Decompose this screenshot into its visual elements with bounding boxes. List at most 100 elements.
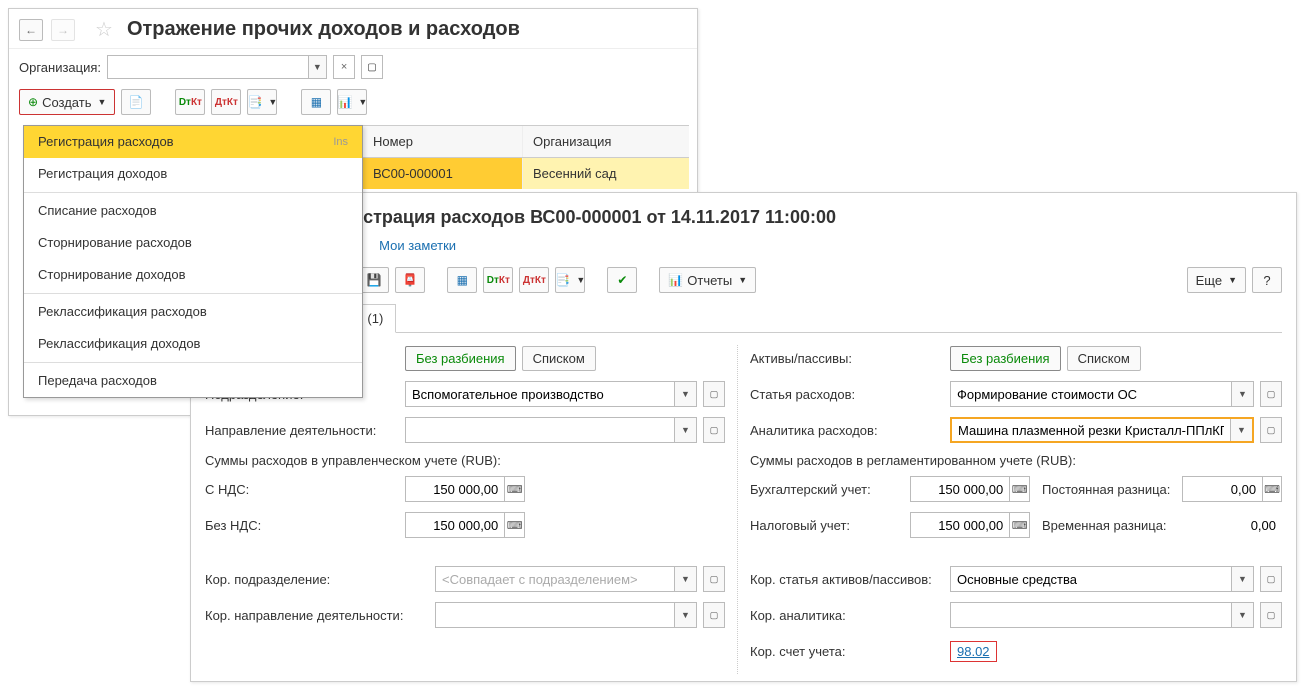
open-button[interactable]: ▢ bbox=[1260, 417, 1282, 443]
menu-item-reverse-inc[interactable]: Сторнирование доходов bbox=[24, 259, 362, 291]
calculator-icon[interactable]: ⌨ bbox=[504, 477, 524, 501]
accounting-input-box[interactable]: ⌨ bbox=[910, 476, 1030, 502]
chart-icon: 📊 bbox=[337, 95, 352, 109]
menu-item-writeoff[interactable]: Списание расходов bbox=[24, 195, 362, 227]
dtkt-green-button[interactable]: DтКт bbox=[483, 267, 513, 293]
cor-department-select[interactable]: ▼ bbox=[435, 566, 697, 592]
dropdown-button[interactable]: ▼ bbox=[674, 567, 696, 591]
department-input[interactable] bbox=[406, 382, 674, 406]
create-button[interactable]: ⊕ Создать ▼ bbox=[19, 89, 115, 115]
org-clear-button[interactable]: × bbox=[333, 55, 355, 79]
direction-select[interactable]: ▼ bbox=[405, 417, 697, 443]
direction-label: Направление деятельности: bbox=[205, 423, 405, 438]
approve-button[interactable]: ✔ bbox=[607, 267, 637, 293]
open-button[interactable]: ▢ bbox=[703, 417, 725, 443]
without-vat-input[interactable] bbox=[406, 513, 504, 537]
based-on-button[interactable]: 📑▼ bbox=[555, 267, 585, 293]
dropdown-button[interactable]: ▼ bbox=[674, 603, 696, 627]
menu-item-reg-expenses[interactable]: Регистрация расходов Ins bbox=[24, 126, 362, 158]
dtkt-red-button[interactable]: ДтКт bbox=[211, 89, 241, 115]
grid-row[interactable]: ВС00-000001 Весенний сад bbox=[363, 158, 689, 189]
menu-item-transfer-exp[interactable]: Передача расходов bbox=[24, 365, 362, 397]
cor-department-input[interactable] bbox=[436, 567, 674, 591]
open-button[interactable]: ▢ bbox=[1260, 381, 1282, 407]
perm-diff-input[interactable] bbox=[1183, 477, 1262, 501]
report-dropdown-button[interactable]: 📊▼ bbox=[337, 89, 367, 115]
tax-input-box[interactable]: ⌨ bbox=[910, 512, 1030, 538]
as-list-button[interactable]: Списком bbox=[522, 346, 596, 371]
post-button[interactable]: 📮 bbox=[395, 267, 425, 293]
org-select[interactable]: ▼ bbox=[107, 55, 327, 79]
dropdown-button[interactable]: ▼ bbox=[1231, 603, 1253, 627]
based-on-button[interactable]: 📑▼ bbox=[247, 89, 277, 115]
dropdown-button[interactable]: ▼ bbox=[674, 418, 696, 442]
open-button[interactable]: ▢ bbox=[703, 381, 725, 407]
perm-diff-input-box[interactable]: ⌨ bbox=[1182, 476, 1282, 502]
cor-asset-item-label: Кор. статья активов/пассивов: bbox=[750, 572, 950, 587]
cor-direction-input[interactable] bbox=[436, 603, 674, 627]
plus-icon: ⊕ bbox=[28, 95, 38, 109]
org-dropdown-button[interactable]: ▼ bbox=[308, 56, 326, 78]
col-org[interactable]: Организация bbox=[523, 126, 689, 157]
org-input[interactable] bbox=[108, 60, 308, 75]
more-button[interactable]: Еще▼ bbox=[1187, 267, 1246, 293]
open-button[interactable]: ▢ bbox=[703, 602, 725, 628]
open-button[interactable]: ▢ bbox=[1260, 566, 1282, 592]
subtabs: Основное Файлы Мои заметки bbox=[205, 236, 1282, 263]
direction-input[interactable] bbox=[406, 418, 674, 442]
without-vat-input-box[interactable]: ⌨ bbox=[405, 512, 525, 538]
tax-label: Налоговый учет: bbox=[750, 518, 910, 533]
cor-analytic-input[interactable] bbox=[951, 603, 1231, 627]
tax-input[interactable] bbox=[911, 513, 1009, 537]
dropdown-button[interactable]: ▼ bbox=[1231, 382, 1253, 406]
save-button[interactable]: 💾 bbox=[359, 267, 389, 293]
favorite-star-icon[interactable]: ☆ bbox=[95, 17, 113, 42]
expense-item-input[interactable] bbox=[951, 382, 1231, 406]
subtab-notes[interactable]: Мои заметки bbox=[379, 238, 456, 253]
expense-analytic-select[interactable]: ▼ bbox=[950, 417, 1254, 443]
open-button[interactable]: ▢ bbox=[1260, 602, 1282, 628]
calculator-icon[interactable]: ⌨ bbox=[1009, 513, 1029, 537]
expense-analytic-input[interactable] bbox=[952, 419, 1230, 441]
open-button[interactable]: ▢ bbox=[703, 566, 725, 592]
cor-asset-item-select[interactable]: ▼ bbox=[950, 566, 1254, 592]
check-icon: ✔ bbox=[617, 273, 627, 287]
menu-item-reclass-exp[interactable]: Реклассификация расходов bbox=[24, 296, 362, 328]
calculator-icon[interactable]: ⌨ bbox=[504, 513, 524, 537]
dtkt-red-button[interactable]: ДтКт bbox=[519, 267, 549, 293]
menu-item-reg-income[interactable]: Регистрация доходов bbox=[24, 158, 362, 190]
calculator-icon[interactable]: ⌨ bbox=[1262, 477, 1281, 501]
cor-direction-select[interactable]: ▼ bbox=[435, 602, 697, 628]
dtkt-red-icon: ДтКт bbox=[215, 97, 238, 108]
nav-forward-button[interactable]: → bbox=[51, 19, 75, 41]
cor-asset-item-input[interactable] bbox=[951, 567, 1231, 591]
menu-item-reverse-exp[interactable]: Сторнирование расходов bbox=[24, 227, 362, 259]
with-vat-input[interactable] bbox=[406, 477, 504, 501]
dropdown-button[interactable]: ▼ bbox=[674, 382, 696, 406]
dropdown-button[interactable]: ▼ bbox=[1230, 419, 1252, 441]
dtkt-green-button[interactable]: DтКт bbox=[175, 89, 205, 115]
cor-analytic-select[interactable]: ▼ bbox=[950, 602, 1254, 628]
department-select[interactable]: ▼ bbox=[405, 381, 697, 407]
copy-button[interactable]: 📄 bbox=[121, 89, 151, 115]
calculator-icon[interactable]: ⌨ bbox=[1009, 477, 1029, 501]
col-number[interactable]: Номер bbox=[363, 126, 523, 157]
help-button[interactable]: ? bbox=[1252, 267, 1282, 293]
menu-item-reclass-inc[interactable]: Реклассификация доходов bbox=[24, 328, 362, 360]
temp-diff-display bbox=[1182, 512, 1282, 538]
expense-item-select[interactable]: ▼ bbox=[950, 381, 1254, 407]
reports-button[interactable]: 📊Отчеты▼ bbox=[659, 267, 756, 293]
structure-button[interactable]: ▦ bbox=[447, 267, 477, 293]
accounting-input[interactable] bbox=[911, 477, 1009, 501]
dropdown-button[interactable]: ▼ bbox=[1231, 567, 1253, 591]
no-split-button[interactable]: Без разбиения bbox=[950, 346, 1061, 371]
perm-diff-label: Постоянная разница: bbox=[1042, 482, 1182, 497]
create-based-on-icon: 📑 bbox=[247, 95, 262, 109]
list-view-button[interactable]: ▦ bbox=[301, 89, 331, 115]
no-split-button[interactable]: Без разбиения bbox=[405, 346, 516, 371]
org-open-button[interactable]: ▢ bbox=[361, 55, 383, 79]
with-vat-input-box[interactable]: ⌨ bbox=[405, 476, 525, 502]
cor-account-link[interactable]: 98.02 bbox=[950, 641, 997, 662]
nav-back-button[interactable]: ← bbox=[19, 19, 43, 41]
as-list-button[interactable]: Списком bbox=[1067, 346, 1141, 371]
